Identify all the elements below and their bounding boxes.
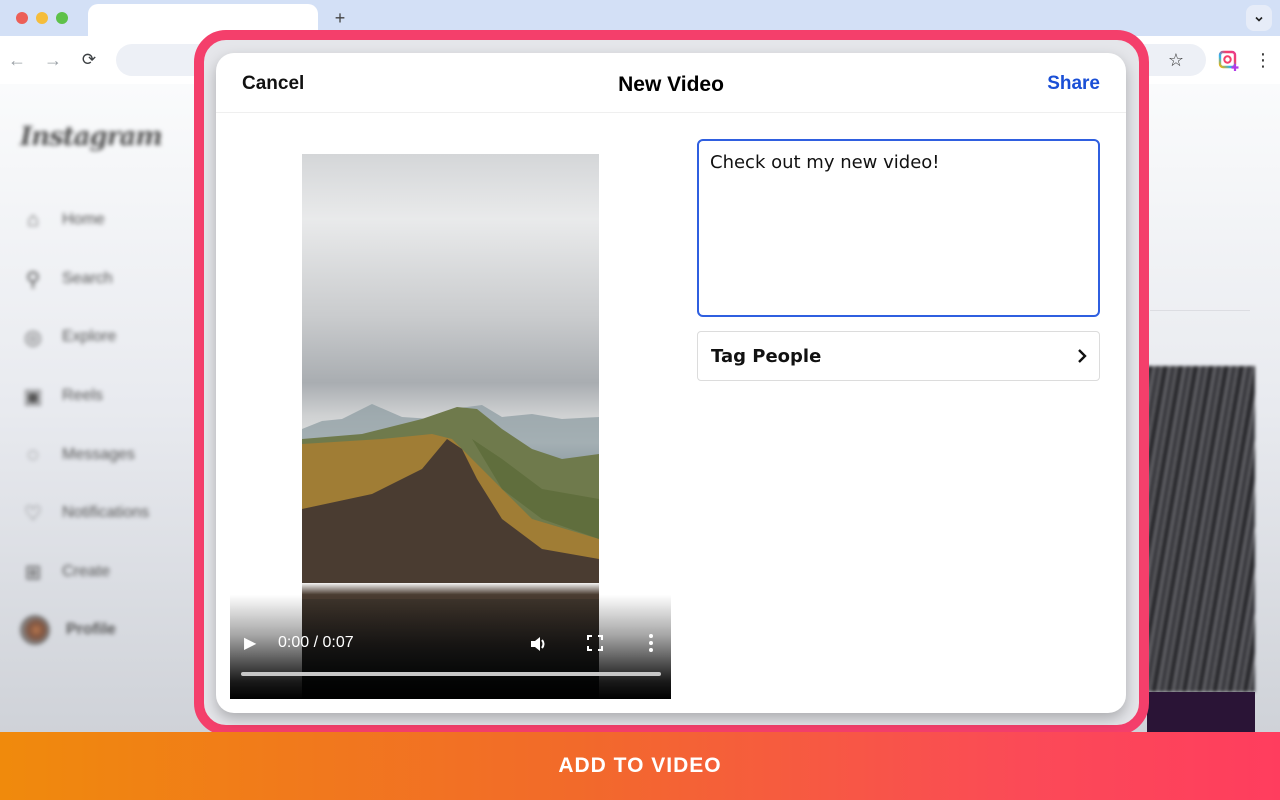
sidebar-item-label: Reels bbox=[62, 387, 103, 404]
chevron-down-icon bbox=[1255, 16, 1263, 22]
forward-button[interactable]: → bbox=[42, 48, 64, 72]
chevron-right-icon bbox=[1078, 349, 1087, 363]
compass-icon: ◎ bbox=[24, 326, 42, 349]
caption-input[interactable] bbox=[697, 139, 1100, 317]
plus-square-icon: ⊞ bbox=[24, 561, 42, 584]
new-tab-button[interactable]: + bbox=[330, 6, 350, 30]
new-video-modal: Cancel New Video Share ▶ 0:00 / 0:07 Che… bbox=[216, 53, 1126, 713]
sidebar-item-create[interactable]: ⊞ Create bbox=[20, 557, 110, 587]
tag-people-button[interactable]: Tag People bbox=[697, 331, 1100, 381]
volume-icon bbox=[531, 637, 545, 651]
add-to-video-label: ADD TO VIDEO bbox=[558, 754, 722, 777]
sidebar-item-label: Notifications bbox=[62, 504, 150, 521]
volume-button[interactable] bbox=[528, 633, 550, 655]
background-sidebar: Instagram ⌂ Home ⚲ Search ◎ Explore ▣ Re… bbox=[0, 84, 200, 734]
tab-search-button[interactable] bbox=[1246, 5, 1272, 31]
extension-button[interactable] bbox=[1218, 50, 1240, 72]
sidebar-item-label: Profile bbox=[66, 621, 116, 638]
back-button[interactable]: ← bbox=[6, 48, 28, 72]
sidebar-item-search[interactable]: ⚲ Search bbox=[20, 264, 113, 294]
messenger-icon: ◌ bbox=[27, 443, 39, 466]
video-progress-bar[interactable] bbox=[241, 672, 661, 676]
sidebar-item-label: Explore bbox=[62, 328, 117, 345]
reload-button[interactable]: ⟳ bbox=[78, 48, 100, 72]
tag-people-label: Tag People bbox=[711, 346, 822, 367]
video-player[interactable]: ▶ 0:00 / 0:07 bbox=[230, 153, 671, 699]
bookmark-star-icon[interactable]: ☆ bbox=[1164, 48, 1188, 72]
screen: + ← → ⟳ ☆ ⋮ Instagram ⌂ Home ⚲ Search ◎ … bbox=[0, 0, 1280, 800]
instagram-logo: Instagram bbox=[20, 122, 163, 152]
search-icon: ⚲ bbox=[25, 268, 41, 291]
window-minimize-button[interactable] bbox=[36, 12, 48, 24]
sidebar-item-label: Home bbox=[62, 211, 105, 228]
share-button[interactable]: Share bbox=[1047, 73, 1100, 95]
heart-icon: ♡ bbox=[24, 502, 42, 525]
browser-menu-button[interactable]: ⋮ bbox=[1254, 48, 1272, 72]
background-post-image bbox=[1147, 366, 1255, 692]
mountain-landscape bbox=[302, 404, 599, 599]
add-to-video-button[interactable]: ADD TO VIDEO bbox=[0, 732, 1280, 800]
sidebar-item-messages[interactable]: ◌ Messages bbox=[20, 440, 135, 470]
modal-header: Cancel New Video Share bbox=[216, 53, 1126, 113]
background-divider bbox=[1150, 310, 1250, 311]
sidebar-item-explore[interactable]: ◎ Explore bbox=[20, 322, 116, 352]
camera-plus-extension-icon bbox=[1218, 50, 1239, 71]
sidebar-item-home[interactable]: ⌂ Home bbox=[20, 205, 105, 235]
window-close-button[interactable] bbox=[16, 12, 28, 24]
window-maximize-button[interactable] bbox=[56, 12, 68, 24]
avatar bbox=[20, 615, 50, 645]
more-vertical-icon bbox=[649, 634, 653, 652]
background-post-image-bottom bbox=[1147, 692, 1255, 734]
sidebar-item-label: Create bbox=[62, 563, 111, 580]
reels-icon: ▣ bbox=[23, 385, 43, 408]
fullscreen-icon bbox=[587, 635, 603, 651]
sidebar-item-reels[interactable]: ▣ Reels bbox=[20, 381, 103, 411]
sidebar-item-notifications[interactable]: ♡ Notifications bbox=[20, 498, 149, 528]
modal-title: New Video bbox=[618, 73, 724, 96]
video-controls: ▶ 0:00 / 0:07 bbox=[230, 583, 671, 699]
fullscreen-button[interactable] bbox=[587, 635, 603, 651]
more-options-button[interactable] bbox=[647, 633, 655, 653]
home-icon: ⌂ bbox=[26, 208, 40, 231]
sidebar-item-label: Messages bbox=[62, 446, 135, 463]
sidebar-item-label: Search bbox=[62, 270, 113, 287]
video-time-display: 0:00 / 0:07 bbox=[278, 634, 354, 651]
sidebar-item-profile[interactable]: Profile bbox=[20, 615, 116, 645]
play-button[interactable]: ▶ bbox=[244, 635, 260, 653]
